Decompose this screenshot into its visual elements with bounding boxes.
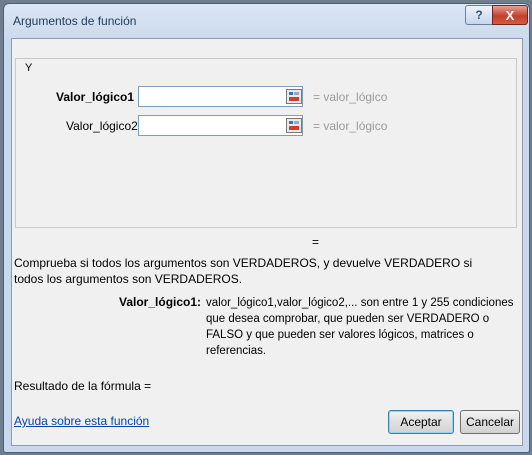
help-on-function-link[interactable]: Ayuda sobre esta función <box>14 414 149 428</box>
arg1-input[interactable] <box>138 86 303 107</box>
arguments-groupbox <box>15 58 517 228</box>
function-name-label: Y <box>23 62 35 74</box>
cancel-button[interactable]: Cancelar <box>460 410 520 434</box>
arg2-collapse-button[interactable] <box>286 118 302 133</box>
param-help-text: valor_lógico1,valor_lógico2,... son entr… <box>206 297 514 357</box>
arg2-evaluation: = valor_lógico <box>313 119 388 133</box>
help-icon: ? <box>475 8 483 22</box>
arg1-evaluation: = valor_lógico <box>313 90 388 104</box>
help-button[interactable]: ? <box>465 5 493 25</box>
close-button[interactable]: X <box>492 5 528 25</box>
close-icon: X <box>505 7 515 23</box>
dialog-body: Y Valor_lógico1 = valor_lógico Valor_lóg… <box>11 38 523 446</box>
arg1-collapse-button[interactable] <box>286 89 302 104</box>
ok-button[interactable]: Aceptar <box>388 410 454 434</box>
arg1-label: Valor_lógico1 <box>56 90 135 104</box>
arg2-input[interactable] <box>138 115 303 136</box>
function-description: Comprueba si todos los argumentos son VE… <box>14 256 473 286</box>
function-arguments-dialog: Argumentos de función ? X Y Valor_lógico… <box>3 3 530 453</box>
formula-result: Resultado de la fórmula = <box>14 379 152 393</box>
title-bar[interactable]: Argumentos de función ? X <box>4 4 529 38</box>
param-help-name: Valor_lógico1: <box>119 295 202 309</box>
arg2-label: Valor_lógico2 <box>66 119 138 133</box>
function-result-equals: = <box>312 235 320 249</box>
dialog-title: Argumentos de función <box>13 14 137 28</box>
